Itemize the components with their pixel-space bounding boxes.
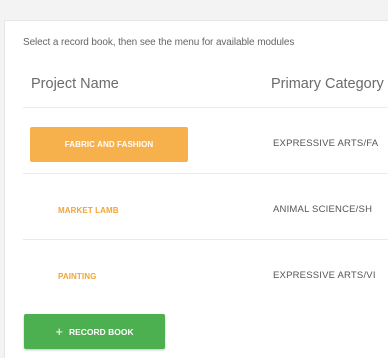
column-header-project-name: Project Name bbox=[31, 76, 119, 92]
category-cell: EXPRESSIVE ARTS/VI bbox=[273, 270, 376, 281]
project-button-market-lamb[interactable]: MARKET LAMB bbox=[30, 193, 188, 228]
plus-icon: + bbox=[55, 324, 63, 339]
project-button-fabric-and-fashion[interactable]: FABRIC AND FASHION bbox=[30, 127, 188, 162]
add-record-book-button[interactable]: + RECORD BOOK bbox=[24, 314, 165, 349]
table-row: FABRIC AND FASHION EXPRESSIVE ARTS/FA bbox=[5, 107, 388, 173]
table-row: PAINTING EXPRESSIVE ARTS/VI bbox=[5, 239, 388, 305]
record-book-card: Select a record book, then see the menu … bbox=[4, 20, 388, 358]
category-cell: EXPRESSIVE ARTS/FA bbox=[273, 138, 379, 149]
instructions-text: Select a record book, then see the menu … bbox=[23, 37, 295, 48]
column-header-primary-category: Primary Category bbox=[271, 76, 384, 92]
table-row: MARKET LAMB ANIMAL SCIENCE/SH bbox=[5, 173, 388, 239]
add-record-book-label: RECORD BOOK bbox=[68, 326, 134, 337]
category-cell: ANIMAL SCIENCE/SH bbox=[273, 204, 373, 215]
project-button-painting[interactable]: PAINTING bbox=[30, 259, 188, 294]
